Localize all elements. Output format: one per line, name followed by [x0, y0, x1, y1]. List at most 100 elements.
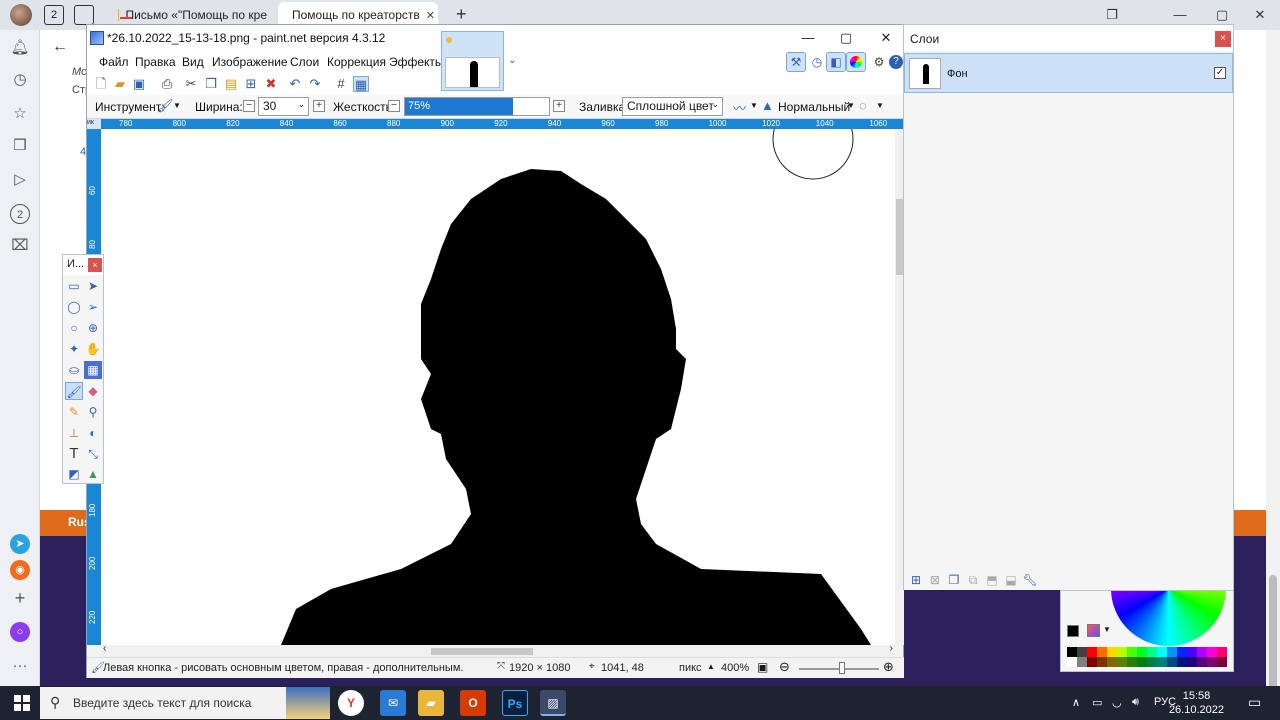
telegram-icon[interactable]: ➤ [10, 534, 30, 554]
play-icon[interactable]: ▷ [10, 170, 30, 190]
open-icon[interactable]: ▰ [112, 76, 128, 92]
antialiasing-icon[interactable]: 〰 [733, 98, 746, 117]
delete-layer-icon[interactable]: ⊠ [927, 572, 943, 588]
move-selection-icon[interactable]: ➢ [84, 298, 102, 316]
rectangle-select-icon[interactable]: ▭ [65, 277, 83, 295]
move-selected-icon[interactable]: ➤ [84, 277, 102, 295]
paste-icon[interactable]: ▤ [223, 76, 239, 92]
mail-app-icon[interactable]: ✉ [380, 690, 406, 716]
office-icon[interactable]: O [460, 690, 486, 716]
history-icon[interactable]: ◷ [10, 70, 30, 90]
more-icon[interactable]: ··· [10, 656, 30, 676]
crop-icon[interactable]: ⊞ [243, 76, 259, 92]
tool-dropdown-icon[interactable]: ▼ [173, 101, 181, 110]
selection-clipping-icon[interactable]: ◌ [859, 98, 867, 113]
text-icon[interactable]: T [65, 445, 83, 463]
bell-icon[interactable]: 🔔︎ [10, 38, 30, 58]
menu-adjustments[interactable]: Коррекция [327, 55, 386, 69]
collections-icon[interactable]: ❒ [10, 136, 30, 156]
palette-swatch[interactable] [1087, 647, 1097, 657]
tab-counter-icon[interactable]: 2 [44, 5, 64, 25]
gradient-icon[interactable]: ▦ [84, 361, 102, 379]
alice-icon[interactable]: ○ [10, 622, 30, 642]
history-toggle-icon[interactable]: ◷ [807, 52, 827, 72]
star-icon[interactable]: ☆ [10, 104, 30, 124]
fill-dropdown-icon[interactable]: ⌄ [711, 99, 719, 110]
canvas-horizontal-scrollbar[interactable]: ‹ › [101, 643, 895, 657]
blend-mode-value[interactable]: Нормальный [778, 100, 850, 114]
network-icon[interactable]: ◡ [1112, 696, 1122, 709]
taskbar-search[interactable]: ⚲ Введите здесь текст для поиска [40, 687, 330, 719]
new-icon[interactable]: 🗋︎ [93, 76, 109, 92]
close-tab-icon[interactable]: ✕ [426, 9, 435, 22]
palette-swatch[interactable] [1117, 657, 1127, 667]
back-icon[interactable]: ← [52, 38, 68, 56]
palette-swatch[interactable] [1137, 657, 1147, 667]
width-input[interactable]: 30 ⌄ [258, 97, 309, 116]
colors-toggle-icon[interactable] [846, 52, 866, 72]
eraser-icon[interactable]: ◆ [84, 382, 102, 400]
palette-swatch[interactable] [1127, 657, 1137, 667]
palette-swatch[interactable] [1187, 647, 1197, 657]
palette-swatch[interactable] [1087, 657, 1097, 667]
add-layer-icon[interactable]: ⊞ [908, 572, 924, 588]
paintbrush-icon[interactable]: 🖌︎ [65, 382, 83, 400]
palette-swatch[interactable] [1137, 647, 1147, 657]
shapes-triangle-icon[interactable]: ▲ [84, 465, 102, 483]
hardness-decrease-icon[interactable]: − [388, 100, 400, 112]
palette-swatch[interactable] [1097, 657, 1107, 667]
help-icon[interactable]: ? [889, 55, 903, 69]
palette-swatch[interactable] [1117, 647, 1127, 657]
plus-icon[interactable]: + [10, 588, 30, 608]
profile-avatar[interactable] [10, 4, 32, 26]
zoom-out-icon[interactable]: ⊖ [779, 659, 790, 675]
palette-swatch[interactable] [1217, 647, 1227, 657]
menu-edit[interactable]: Правка [135, 55, 176, 69]
grid-icon[interactable]: # [333, 76, 349, 92]
shapes-icon[interactable]: ◩ [65, 465, 83, 483]
paintnet-taskbar-icon[interactable]: ▨ [540, 690, 566, 716]
palette-swatch[interactable] [1077, 647, 1087, 657]
pencil-icon[interactable]: ✎ [65, 403, 83, 421]
palette-swatch[interactable] [1067, 657, 1077, 667]
zoom-fit-icon[interactable]: ▣ [757, 660, 768, 674]
layer-properties-icon[interactable]: 🔧︎ [1022, 572, 1038, 588]
image-tab-thumbnail[interactable] [441, 31, 504, 91]
palette-swatch[interactable] [1207, 647, 1217, 657]
volume-icon[interactable]: 🔊︎ [1132, 696, 1139, 709]
layers-toggle-icon[interactable]: ◧ [826, 52, 846, 72]
settings-icon[interactable]: ⚙ [869, 52, 889, 72]
palette-swatch[interactable] [1127, 647, 1137, 657]
new-tab-button[interactable]: + [456, 4, 467, 25]
page-scrollbar[interactable] [1266, 30, 1280, 715]
print-icon[interactable]: ⎙ [159, 76, 175, 92]
palette-swatch[interactable] [1157, 657, 1167, 667]
width-increase-icon[interactable]: + [313, 100, 325, 112]
paintbrush-tool-icon[interactable]: 🖌︎ [157, 98, 174, 114]
palette-swatch[interactable] [1177, 657, 1187, 667]
close-window-icon[interactable]: ✕ [1240, 0, 1280, 30]
palette-swatch[interactable] [1147, 657, 1157, 667]
color-palette[interactable] [1067, 647, 1229, 667]
zoom-icon[interactable]: ⊕ [84, 319, 102, 337]
palette-swatch[interactable] [1217, 657, 1227, 667]
palette-swatch[interactable] [1107, 657, 1117, 667]
blend-mode-icon[interactable]: ▲ [761, 98, 774, 113]
palette-swatch[interactable] [1197, 647, 1207, 657]
color-picker-icon[interactable]: ⚲ [84, 403, 102, 421]
palette-dropdown-icon[interactable]: ▼ [1103, 625, 1111, 634]
tools-close-button[interactable]: × [88, 258, 102, 272]
layer-visibility-checkbox[interactable]: ✓ [1214, 67, 1226, 79]
palette-swatch[interactable] [1197, 657, 1207, 667]
line-curve-icon[interactable]: ⤡ [84, 445, 102, 463]
yandex-browser-icon[interactable]: Y [338, 690, 364, 716]
width-dropdown-icon[interactable]: ⌄ [297, 99, 305, 110]
scroll-left-icon[interactable]: ‹ [103, 643, 106, 654]
clipping-dropdown-icon[interactable]: ▼ [876, 101, 884, 110]
menu-effects[interactable]: Эффекты [389, 55, 444, 69]
width-decrease-icon[interactable]: − [243, 100, 255, 112]
fill-select[interactable]: Сплошной цвет ⌄ [622, 97, 723, 116]
cut-icon[interactable]: ✂ [183, 76, 199, 92]
redo-icon[interactable]: ↷ [307, 76, 323, 92]
paint-bucket-icon[interactable]: ⛀ [65, 361, 83, 379]
